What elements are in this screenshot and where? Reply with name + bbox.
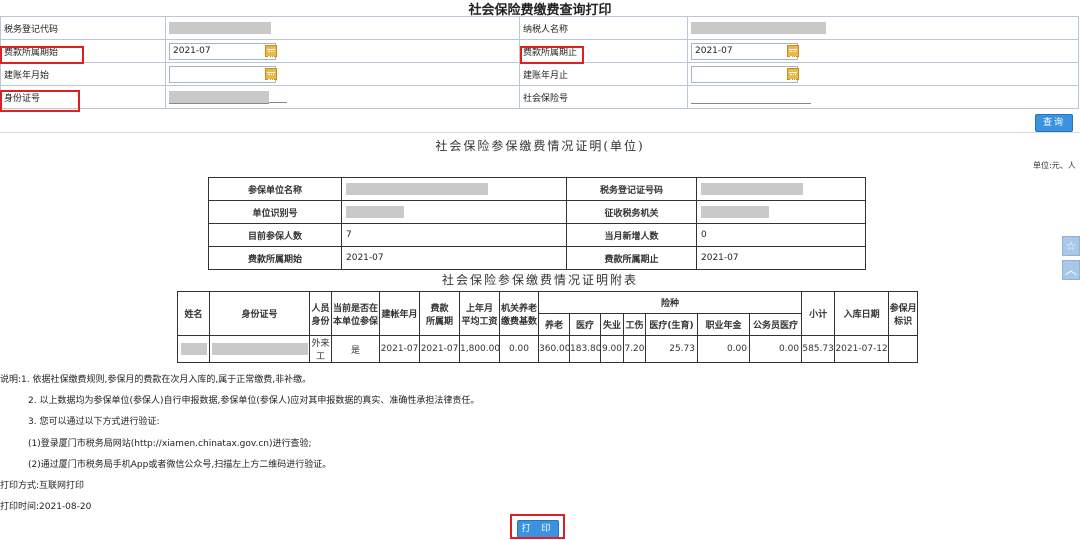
calendar-icon[interactable]	[787, 44, 799, 57]
new-this-month-label: 当月新增人数	[566, 223, 697, 247]
cell-medical: 183.80	[569, 335, 602, 363]
tax-authority-label: 征收税务机关	[566, 200, 697, 224]
cell-agency-base: 0.00	[499, 335, 539, 363]
calendar-icon[interactable]	[787, 67, 799, 80]
col-medical: 医疗	[569, 313, 601, 336]
col-name: 姓名	[177, 291, 210, 336]
cell-insured-month	[888, 335, 919, 363]
col-period: 费款 所属期	[419, 291, 460, 336]
cell-unemployment: 9.00	[600, 335, 624, 363]
new-this-month-value: 0	[696, 223, 866, 247]
period-end-input[interactable]: 2021-07	[691, 42, 799, 60]
tax-reg-code-label: 税务登记代码	[0, 16, 166, 40]
col-account-month: 建帐年月	[379, 291, 420, 336]
account-end-input[interactable]	[691, 65, 799, 83]
print-time: 打印时间:2021-08-20	[0, 502, 92, 512]
highlight-period-end	[520, 46, 584, 64]
cell-entry-date: 2021-07-12	[834, 335, 890, 363]
cert-period-start-value: 2021-07	[341, 246, 567, 270]
account-end-label: 建账年月止	[519, 62, 688, 86]
col-pension: 养老	[538, 313, 570, 336]
social-security-no-input[interactable]	[691, 91, 811, 104]
cell-id-number	[209, 335, 310, 363]
redacted-value	[169, 22, 271, 34]
col-id-number: 身份证号	[209, 291, 310, 336]
redacted-value	[691, 22, 826, 34]
tax-reg-code-field	[165, 16, 520, 40]
col-occupational: 职业年金	[697, 313, 750, 336]
col-civil-medical: 公务员医疗	[748, 313, 803, 336]
col-unemployment: 失业	[600, 313, 624, 336]
cell-current: 是	[331, 335, 380, 363]
cert-period-start-label: 费款所属期始	[208, 246, 342, 270]
col-last-year-avg: 上年月 平均工资	[459, 291, 500, 336]
col-maternity: 医疗(生育)	[645, 313, 698, 336]
taxpayer-name-field	[687, 16, 1079, 40]
highlight-print-button	[510, 514, 565, 539]
highlight-period-start	[0, 46, 84, 64]
unit-name-value	[341, 177, 567, 201]
cell-civil-medical: 0.00	[748, 335, 803, 363]
table-row: 外来工 是 2021-07 2021-07 1,800.00 0.00 360.…	[177, 335, 919, 363]
current-insured-value: 7	[341, 223, 567, 247]
tax-reg-no-value	[696, 177, 866, 201]
star-icon[interactable]: ☆	[1062, 236, 1080, 256]
query-button[interactable]: 查询	[1035, 114, 1073, 132]
note-1: 说明:1. 依据社保缴费规则,参保月的费款在次月入库的,属于正常缴费,非补缴。	[0, 375, 312, 385]
cert-period-end-value: 2021-07	[696, 246, 866, 270]
col-subtotal: 小计	[801, 291, 836, 336]
chevron-up-icon[interactable]: ︿	[1062, 260, 1080, 280]
col-insured-month: 参保月 标识	[888, 291, 919, 336]
cert-period-end-label: 费款所属期止	[566, 246, 697, 270]
unit-id-value	[341, 200, 567, 224]
unit-note: 单位:元、人	[1033, 161, 1076, 170]
taxpayer-name-label: 纳税人名称	[519, 16, 688, 40]
cell-account-month: 2021-07	[379, 335, 420, 363]
social-security-no-label: 社会保险号	[519, 85, 688, 109]
detail-title: 社会保险参保缴费情况证明附表	[441, 273, 638, 287]
divider	[0, 132, 1080, 133]
cell-maternity: 25.73	[645, 335, 698, 363]
tax-authority-value	[696, 200, 866, 224]
unit-id-label: 单位识别号	[208, 200, 342, 224]
cell-person-type: 外来工	[309, 335, 332, 363]
print-method: 打印方式:互联网打印	[0, 481, 85, 491]
period-start-input[interactable]: 2021-07	[169, 42, 277, 60]
note-4: (1)登录厦门市税务局网站(http://xiamen.chinatax.gov…	[28, 439, 312, 449]
highlight-id-number	[0, 90, 80, 112]
note-5: (2)通过厦门市税务局手机App或者微信公众号,扫描左上方二维码进行验证。	[28, 460, 332, 470]
cell-pension: 360.00	[538, 335, 571, 363]
col-person-type: 人员 身份	[309, 291, 332, 336]
cell-last-year-avg: 1,800.00	[459, 335, 500, 363]
cell-injury: 7.20	[623, 335, 646, 363]
tax-reg-no-label: 税务登记证号码	[566, 177, 697, 201]
cell-subtotal: 585.73	[801, 335, 836, 363]
certificate-info-table: 参保单位名称 税务登记证号码 单位识别号 征收税务机关 目前参保人数 7 当月新…	[208, 177, 866, 270]
certificate-title: 社会保险参保缴费情况证明(单位)	[435, 139, 645, 153]
account-start-label: 建账年月始	[0, 62, 166, 86]
account-start-input[interactable]	[169, 65, 277, 83]
detail-table: 姓名 身份证号 人员 身份 当前是否在 本单位参保 建帐年月 费款 所属期 上年月 平均…	[177, 291, 919, 363]
cell-period: 2021-07	[419, 335, 460, 363]
col-agency-base: 机关养老 缴费基数	[499, 291, 539, 336]
note-3: 3. 您可以通过以下方式进行验证:	[28, 417, 160, 427]
calendar-icon[interactable]	[265, 67, 277, 80]
cell-name	[177, 335, 210, 363]
cell-occupational: 0.00	[697, 335, 750, 363]
col-insurance-types: 险种	[537, 291, 803, 314]
calendar-icon[interactable]	[265, 44, 277, 57]
col-injury: 工伤	[623, 313, 646, 336]
unit-name-label: 参保单位名称	[208, 177, 342, 201]
col-entry-date: 入库日期	[834, 291, 890, 336]
note-2: 2. 以上数据均为参保单位(参保人)自行申报数据,参保单位(参保人)应对其申报数…	[28, 396, 480, 406]
col-current: 当前是否在 本单位参保	[331, 291, 380, 336]
id-number-input[interactable]	[169, 90, 269, 104]
current-insured-label: 目前参保人数	[208, 223, 342, 247]
